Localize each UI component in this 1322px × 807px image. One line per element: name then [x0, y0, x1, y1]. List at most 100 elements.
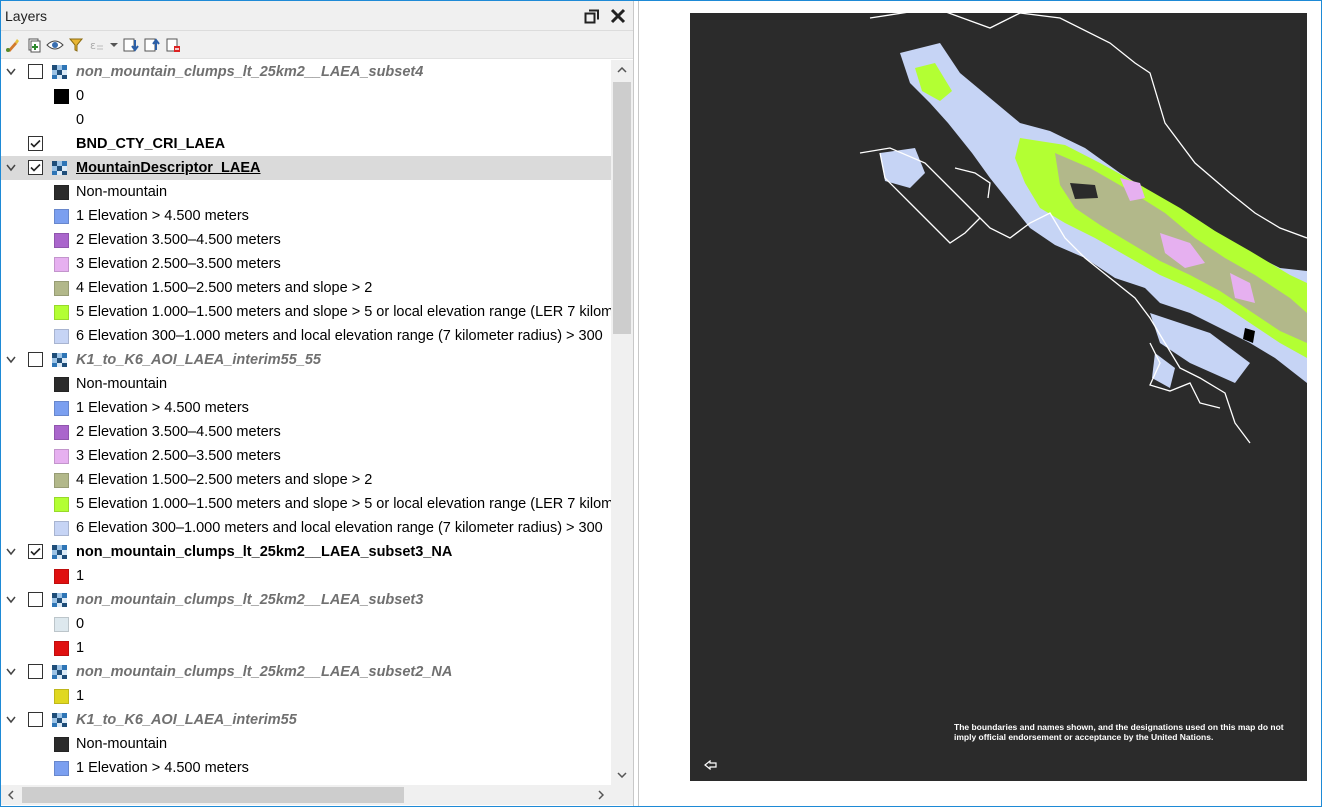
legend-item: 4 Elevation 1.500–2.500 meters and slope…	[1, 468, 611, 492]
legend-swatch	[54, 497, 69, 512]
raster-layer-icon	[52, 65, 68, 79]
legend-item: 0	[1, 84, 611, 108]
layer-name[interactable]: BND_CTY_CRI_LAEA	[76, 136, 225, 152]
legend-label: 6 Elevation 300–1.000 meters and local e…	[76, 328, 603, 344]
legend-label: 2 Elevation 3.500–4.500 meters	[76, 232, 281, 248]
manage-visibility-icon[interactable]	[45, 35, 65, 55]
layer-row[interactable]: non_mountain_clumps_lt_25km2__LAEA_subse…	[1, 540, 611, 564]
legend-swatch	[54, 185, 69, 200]
raster-layer-icon	[52, 665, 68, 679]
add-group-icon[interactable]	[24, 35, 44, 55]
legend-label: 2 Elevation 3.500–4.500 meters	[76, 424, 281, 440]
expand-all-icon[interactable]	[121, 35, 141, 55]
scroll-down-icon[interactable]	[611, 765, 633, 785]
chevron-down-icon[interactable]	[5, 588, 17, 612]
layer-row-selected[interactable]: MountainDescriptor_LAEA	[1, 156, 611, 180]
remove-layer-icon[interactable]	[163, 35, 183, 55]
legend-swatch	[54, 377, 69, 392]
legend-label: 0	[76, 616, 85, 632]
north-arrow-icon	[704, 757, 718, 773]
legend-item: 1 Elevation > 4.500 meters	[1, 396, 611, 420]
chevron-down-icon[interactable]	[5, 708, 17, 732]
layer-visibility-checkbox[interactable]	[28, 352, 43, 367]
legend-swatch	[54, 617, 69, 632]
layer-name[interactable]: K1_to_K6_AOI_LAEA_interim55	[76, 712, 297, 728]
legend-label: Non-mountain	[76, 376, 168, 392]
vertical-scroll-thumb[interactable]	[613, 82, 631, 334]
layer-row[interactable]: K1_to_K6_AOI_LAEA_interim55	[1, 708, 611, 732]
legend-swatch	[54, 257, 69, 272]
legend-item: 5 Elevation 1.000–1.500 meters and slope…	[1, 300, 611, 324]
chevron-down-icon[interactable]	[5, 60, 17, 84]
layer-row[interactable]: non_mountain_clumps_lt_25km2__LAEA_subse…	[1, 60, 611, 84]
legend-item: 1	[1, 684, 611, 708]
layer-visibility-checkbox[interactable]	[28, 712, 43, 727]
expression-filter-icon[interactable]: ε	[87, 35, 107, 55]
map-canvas[interactable]: The boundaries and names shown, and the …	[638, 1, 1321, 806]
svg-text:ε: ε	[90, 39, 96, 52]
legend-item: Non-mountain	[1, 372, 611, 396]
layer-visibility-checkbox[interactable]	[28, 64, 43, 79]
horizontal-scrollbar[interactable]	[1, 785, 611, 805]
legend-label: 5 Elevation 1.000–1.500 meters and slope…	[76, 496, 611, 512]
layers-panel: Layers ε non_mountain_clumps_lt_25km2__L…	[1, 1, 634, 806]
layer-visibility-checkbox[interactable]	[28, 136, 43, 151]
chevron-down-icon[interactable]	[5, 348, 17, 372]
legend-item: 0	[1, 612, 611, 636]
collapse-all-icon[interactable]	[142, 35, 162, 55]
legend-swatch	[54, 737, 69, 752]
layer-visibility-checkbox[interactable]	[28, 544, 43, 559]
panel-title-bar: Layers	[1, 1, 633, 31]
layer-row[interactable]: BND_CTY_CRI_LAEA	[1, 132, 611, 156]
open-layer-styling-icon[interactable]	[3, 35, 23, 55]
chevron-down-icon[interactable]	[5, 540, 17, 564]
restore-icon[interactable]	[581, 5, 603, 27]
costa-rica-map	[859, 13, 1307, 444]
raster-layer-icon	[52, 593, 68, 607]
layer-visibility-checkbox[interactable]	[28, 160, 43, 175]
panel-title: Layers	[5, 7, 48, 24]
close-icon[interactable]	[607, 5, 629, 27]
layer-visibility-checkbox[interactable]	[28, 592, 43, 607]
legend-label: 1 Elevation > 4.500 meters	[76, 400, 249, 416]
legend-swatch	[54, 89, 69, 104]
legend-item: 0	[1, 108, 611, 132]
legend-item: 3 Elevation 2.500–3.500 meters	[1, 252, 611, 276]
raster-layer-icon	[52, 545, 68, 559]
legend-item: 1 Elevation > 4.500 meters	[1, 756, 611, 780]
chevron-down-icon[interactable]	[5, 156, 17, 180]
vertical-scrollbar[interactable]	[611, 60, 633, 785]
scroll-up-icon[interactable]	[611, 60, 633, 80]
raster-layer-icon	[52, 713, 68, 727]
layer-tree: non_mountain_clumps_lt_25km2__LAEA_subse…	[1, 60, 611, 785]
legend-label: 1 Elevation > 4.500 meters	[76, 760, 249, 776]
filter-legend-icon[interactable]	[66, 35, 86, 55]
raster-layer-icon	[52, 161, 68, 175]
layer-name[interactable]: MountainDescriptor_LAEA	[76, 160, 261, 176]
layer-name[interactable]: non_mountain_clumps_lt_25km2__LAEA_subse…	[76, 544, 452, 560]
horizontal-scroll-thumb[interactable]	[22, 787, 404, 803]
layer-visibility-checkbox[interactable]	[28, 664, 43, 679]
legend-label: 4 Elevation 1.500–2.500 meters and slope…	[76, 280, 373, 296]
legend-swatch	[54, 401, 69, 416]
layer-row[interactable]: non_mountain_clumps_lt_25km2__LAEA_subse…	[1, 588, 611, 612]
layer-name[interactable]: K1_to_K6_AOI_LAEA_interim55_55	[76, 352, 321, 368]
scroll-left-icon[interactable]	[1, 785, 21, 805]
legend-label: 1	[76, 688, 85, 704]
layer-name[interactable]: non_mountain_clumps_lt_25km2__LAEA_subse…	[76, 64, 423, 80]
legend-item: 3 Elevation 2.500–3.500 meters	[1, 444, 611, 468]
chevron-down-icon[interactable]	[5, 660, 17, 684]
layer-name[interactable]: non_mountain_clumps_lt_25km2__LAEA_subse…	[76, 592, 423, 608]
map-frame[interactable]: The boundaries and names shown, and the …	[690, 13, 1307, 781]
legend-swatch	[54, 209, 69, 224]
legend-swatch	[54, 281, 69, 296]
legend-swatch	[54, 233, 69, 248]
chevron-down-icon[interactable]	[108, 35, 120, 55]
legend-label: 3 Elevation 2.500–3.500 meters	[76, 256, 281, 272]
scroll-right-icon[interactable]	[591, 785, 611, 805]
layer-row[interactable]: non_mountain_clumps_lt_25km2__LAEA_subse…	[1, 660, 611, 684]
layer-row[interactable]: K1_to_K6_AOI_LAEA_interim55_55	[1, 348, 611, 372]
layer-name[interactable]: non_mountain_clumps_lt_25km2__LAEA_subse…	[76, 664, 452, 680]
legend-swatch	[54, 329, 69, 344]
legend-swatch	[54, 569, 69, 584]
